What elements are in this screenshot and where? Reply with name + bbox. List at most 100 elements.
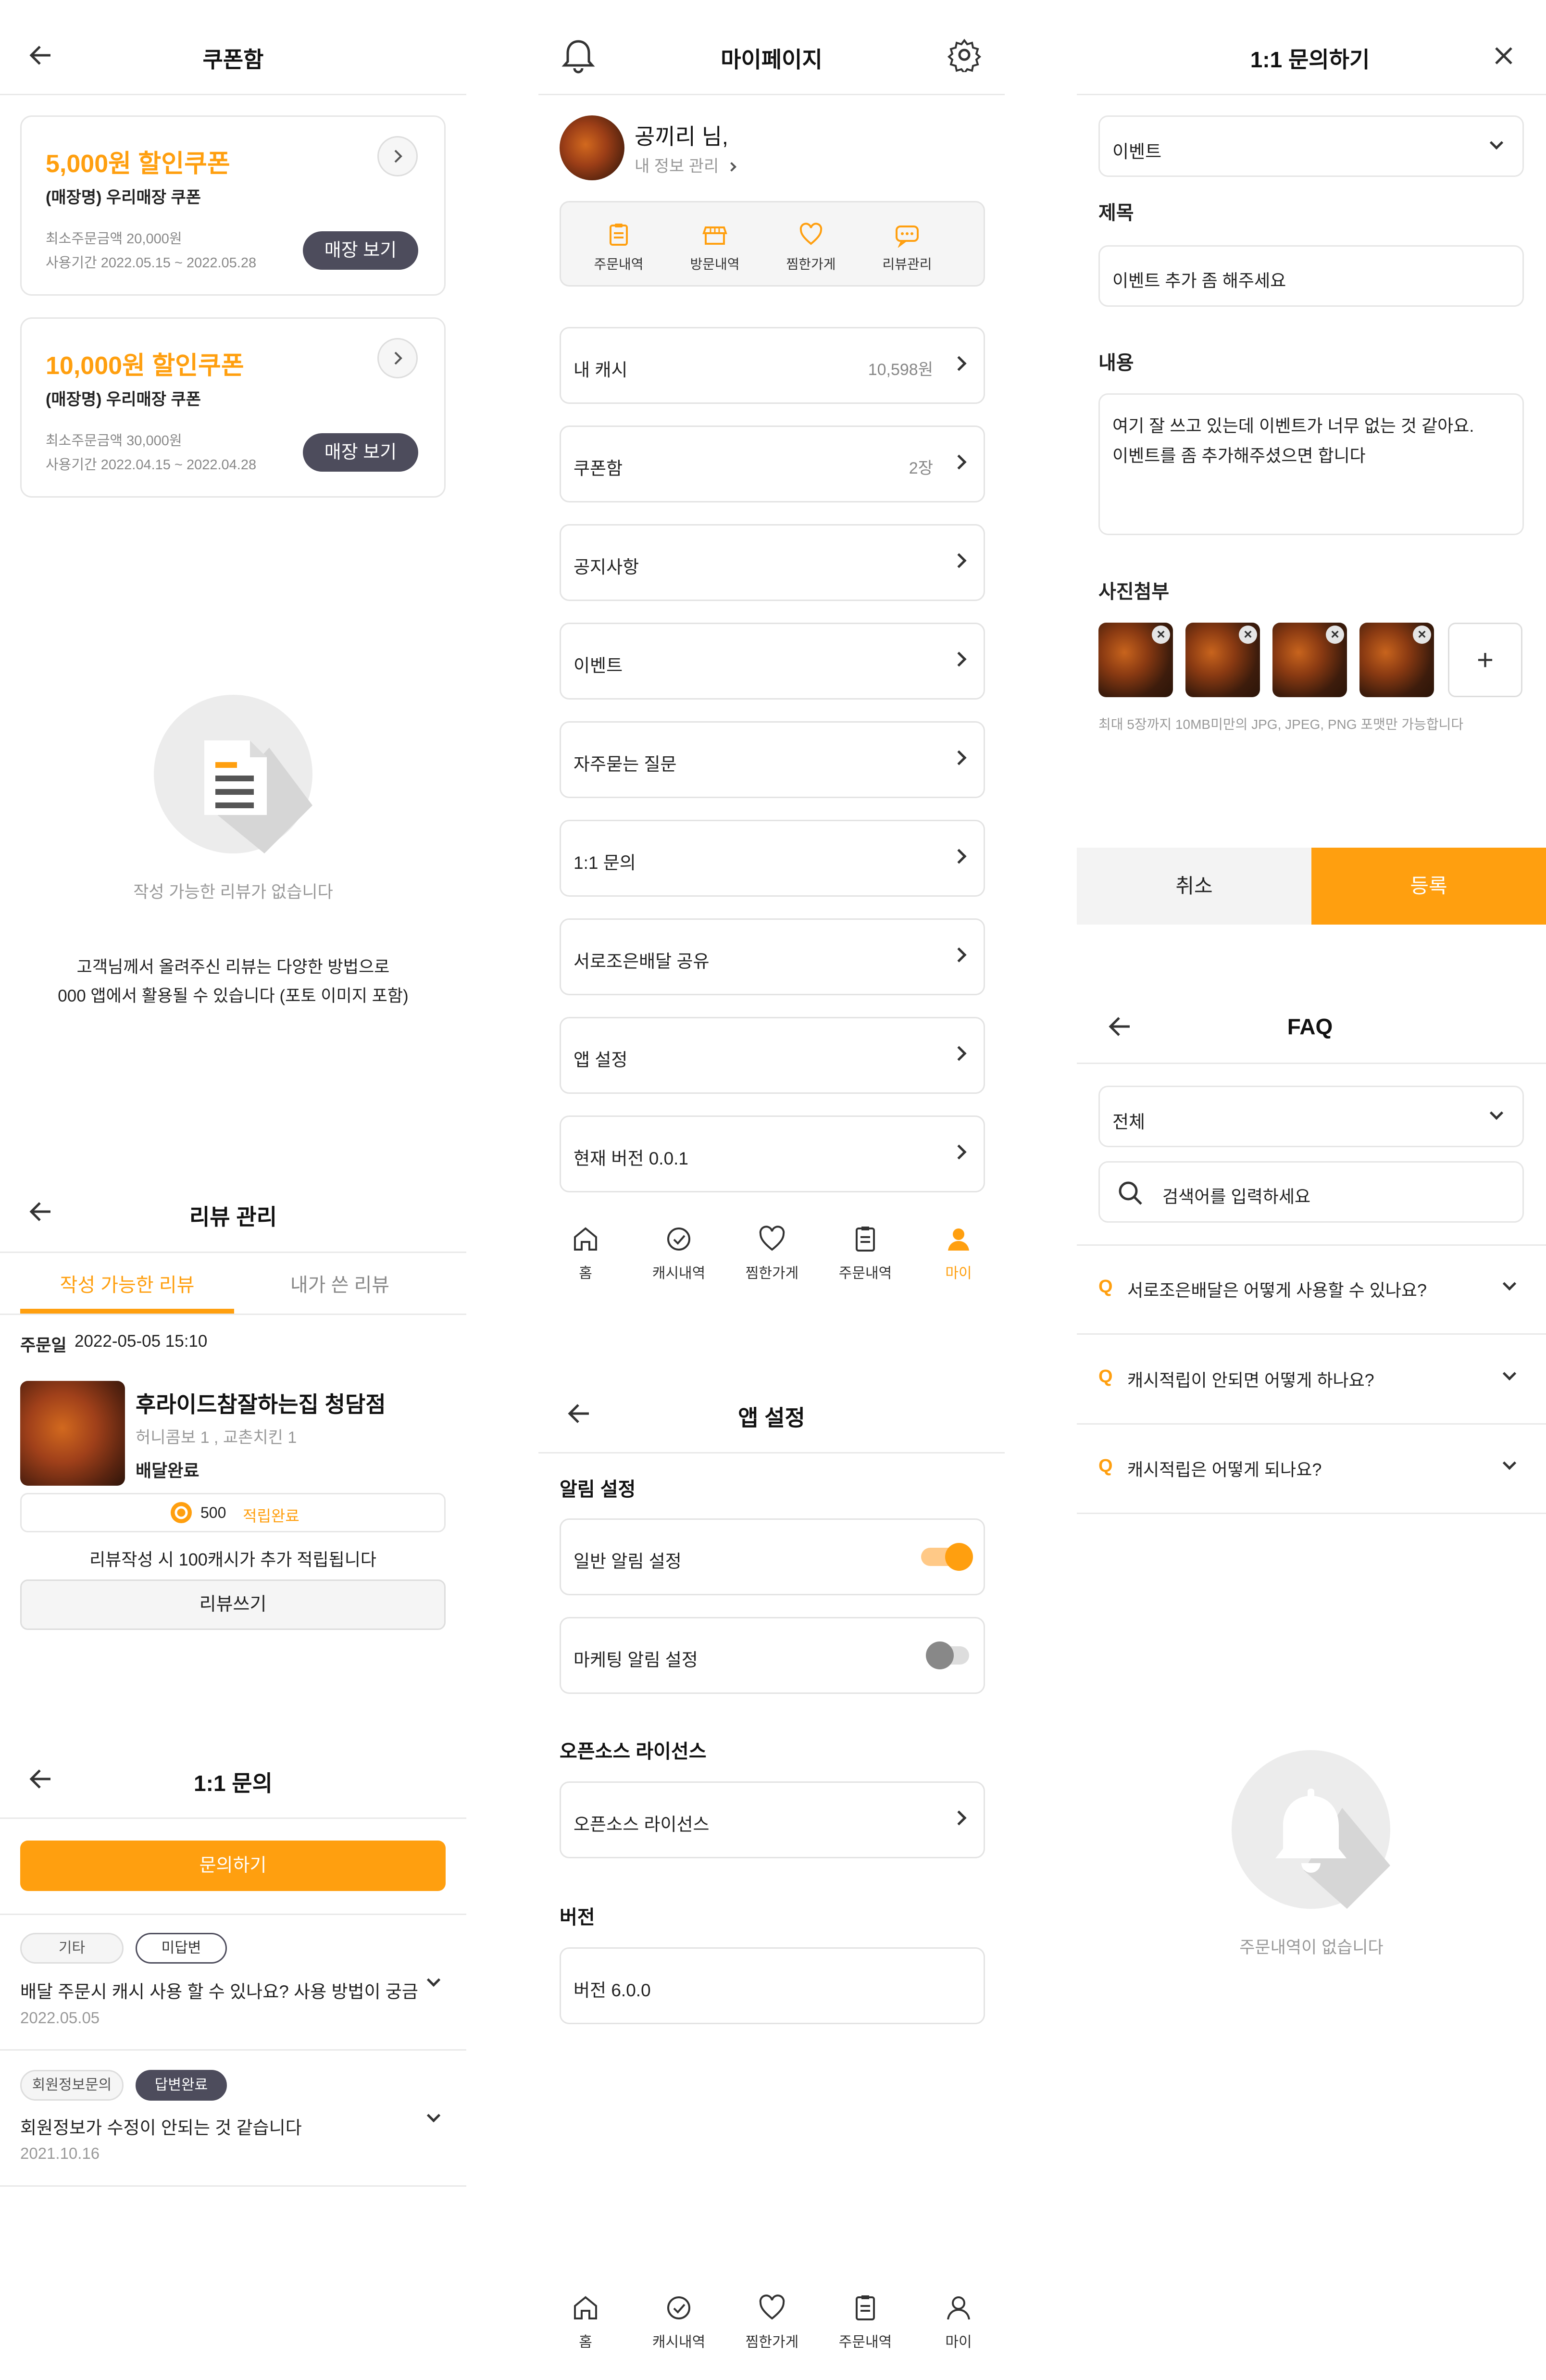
order-items: 허니콤보 1 , 교촌치킨 1: [136, 1428, 297, 1447]
page-title: 1:1 문의하기: [1250, 47, 1370, 72]
nav-cash[interactable]: 캐시내역: [640, 1224, 717, 1282]
chevron-down-icon[interactable]: [426, 2108, 441, 2123]
nav-favorites[interactable]: 찜한가게: [734, 2292, 810, 2351]
search-placeholder: 검색어를 입력하세요: [1162, 1187, 1311, 1206]
back-arrow-icon[interactable]: [565, 1399, 594, 1428]
menu-inquiry[interactable]: 1:1 문의: [560, 820, 985, 897]
nav-orders[interactable]: 주문내역: [827, 1224, 904, 1282]
page-title: 1:1 문의: [194, 1771, 273, 1796]
inquiry-date: 2021.10.16: [20, 2144, 100, 2162]
remove-photo-icon[interactable]: ×: [1239, 626, 1257, 644]
page-title: 쿠폰함: [202, 47, 264, 72]
tab-active-underline: [20, 1309, 234, 1314]
page-title: 마이페이지: [721, 47, 823, 72]
category-value: 이벤트: [1112, 142, 1162, 162]
menu-app-settings[interactable]: 앱 설정: [560, 1017, 985, 1094]
chevron-right-icon[interactable]: [377, 136, 418, 176]
user-icon: [947, 2296, 970, 2320]
faq-search-input[interactable]: 검색어를 입력하세요: [1098, 1161, 1524, 1223]
status-badge: 미답변: [136, 1933, 227, 1964]
quick-favorites[interactable]: 찜한가게: [777, 222, 845, 273]
nav-home[interactable]: 홈: [547, 2292, 624, 2351]
profile-link[interactable]: 내 정보 관리: [635, 153, 736, 176]
remove-photo-icon[interactable]: ×: [1326, 626, 1344, 644]
menu-version[interactable]: 현재 버전 0.0.1: [560, 1115, 985, 1192]
menu-my-cash[interactable]: 내 캐시 10,598원: [560, 327, 985, 404]
back-arrow-icon[interactable]: [26, 41, 55, 70]
subject-input[interactable]: 이벤트 추가 좀 해주세요: [1098, 245, 1524, 307]
coupon-card[interactable]: 10,000원 할인쿠폰 (매장명) 우리매장 쿠폰 최소주문금액 30,000…: [20, 317, 446, 498]
coupon-min-amount: 최소주문금액 20,000원: [46, 231, 182, 247]
nav-favorites[interactable]: 찜한가게: [734, 1224, 810, 1282]
q-icon: Q: [1098, 1366, 1113, 1387]
store-icon: [702, 226, 727, 245]
back-arrow-icon[interactable]: [1106, 1012, 1135, 1041]
menu-faq[interactable]: 자주묻는 질문: [560, 721, 985, 798]
menu-events[interactable]: 이벤트: [560, 623, 985, 700]
bell-icon[interactable]: [561, 38, 595, 74]
avatar: [560, 115, 624, 180]
clipboard-icon: [856, 1227, 875, 1252]
quick-review-manage[interactable]: 리뷰관리: [873, 222, 941, 273]
coupon-card[interactable]: 5,000원 할인쿠폰 (매장명) 우리매장 쿠폰 최소주문금액 20,000원…: [20, 115, 446, 296]
quick-visit-history[interactable]: 방문내역: [681, 222, 748, 273]
nav-cash[interactable]: 캐시내역: [640, 2292, 717, 2351]
gear-icon[interactable]: [947, 38, 982, 75]
quick-label: 방문내역: [690, 257, 740, 272]
cash-icon: [667, 1228, 690, 1251]
delivery-status: 배달완료: [136, 1461, 199, 1480]
menu-notices[interactable]: 공지사항: [560, 524, 985, 601]
chevron-down-icon[interactable]: [426, 1973, 441, 1987]
nav-my[interactable]: 마이: [920, 2292, 997, 2351]
review-notice-line: 000 앱에서 활용될 수 있습니다 (포토 이미지 포함): [58, 987, 409, 1005]
section-title: 알림 설정: [560, 1479, 636, 1500]
status-badge: 답변완료: [136, 2070, 227, 2101]
nav-orders[interactable]: 주문내역: [827, 2292, 904, 2351]
submit-button[interactable]: 등록: [1311, 848, 1546, 925]
food-thumbnail: [20, 1381, 125, 1486]
nav-label: 캐시내역: [652, 1265, 706, 1281]
subject-value: 이벤트 추가 좀 해주세요: [1112, 271, 1286, 290]
cancel-button[interactable]: 취소: [1077, 848, 1311, 925]
review-notice-line: 고객님께서 올려주신 리뷰는 다양한 방법으로: [76, 958, 390, 977]
empty-state-text: 주문내역이 없습니다: [1239, 1938, 1384, 1957]
section-title: 오픈소스 라이선스: [560, 1741, 707, 1762]
tab-my-reviews[interactable]: 내가 쓴 리뷰: [234, 1269, 446, 1297]
chevron-down-icon: [1489, 1106, 1504, 1120]
filter-value: 전체: [1112, 1112, 1146, 1132]
nav-label: 캐시내역: [652, 2334, 706, 2350]
menu-share[interactable]: 서로조은배달 공유: [560, 918, 985, 995]
remove-photo-icon[interactable]: ×: [1413, 626, 1431, 644]
nav-home[interactable]: 홈: [547, 1224, 624, 1282]
chevron-right-icon: [951, 1810, 967, 1826]
remove-photo-icon[interactable]: ×: [1152, 626, 1170, 644]
nav-my[interactable]: 마이: [920, 1224, 997, 1282]
empty-state-text: 작성 가능한 리뷰가 없습니다: [133, 883, 333, 902]
ask-question-button[interactable]: 문의하기: [20, 1841, 446, 1891]
coupon-period: 사용기간 2022.04.15 ~ 2022.04.28: [46, 457, 257, 473]
back-arrow-icon[interactable]: [26, 1197, 55, 1226]
faq-filter-select[interactable]: 전체: [1098, 1086, 1524, 1147]
write-review-button[interactable]: 리뷰쓰기: [20, 1579, 446, 1630]
add-photo-button[interactable]: +: [1448, 623, 1522, 697]
chevron-right-icon: [951, 947, 967, 963]
quick-order-history[interactable]: 주문내역: [585, 222, 652, 273]
content-textarea[interactable]: 여기 잘 쓰고 있는데 이벤트가 너무 없는 것 같아요. 이벤트를 좀 추가해…: [1098, 393, 1524, 535]
version-label: 버전 6.0.0: [574, 1980, 651, 2000]
category-select[interactable]: 이벤트: [1098, 115, 1524, 177]
points-value: 500: [200, 1504, 226, 1521]
chevron-right-icon: [951, 750, 967, 765]
photo-label: 사진첨부: [1098, 581, 1170, 602]
content-label: 내용: [1098, 352, 1134, 374]
photo-hint: 최대 5장까지 10MB미만의 JPG, JPEG, PNG 포맷만 가능합니다: [1098, 717, 1464, 732]
back-arrow-icon[interactable]: [26, 1765, 55, 1793]
close-icon[interactable]: [1490, 42, 1517, 69]
chevron-right-icon[interactable]: [377, 338, 418, 378]
open-source-license-row[interactable]: 오픈소스 라이선스: [560, 1781, 985, 1858]
view-store-button[interactable]: 매장 보기: [303, 231, 418, 270]
menu-coupons[interactable]: 쿠폰함 2장: [560, 426, 985, 502]
view-store-button[interactable]: 매장 보기: [303, 433, 418, 472]
menu-label: 이벤트: [574, 656, 623, 676]
tab-available-reviews[interactable]: 작성 가능한 리뷰: [20, 1269, 234, 1297]
menu-label: 쿠폰함: [574, 459, 623, 478]
